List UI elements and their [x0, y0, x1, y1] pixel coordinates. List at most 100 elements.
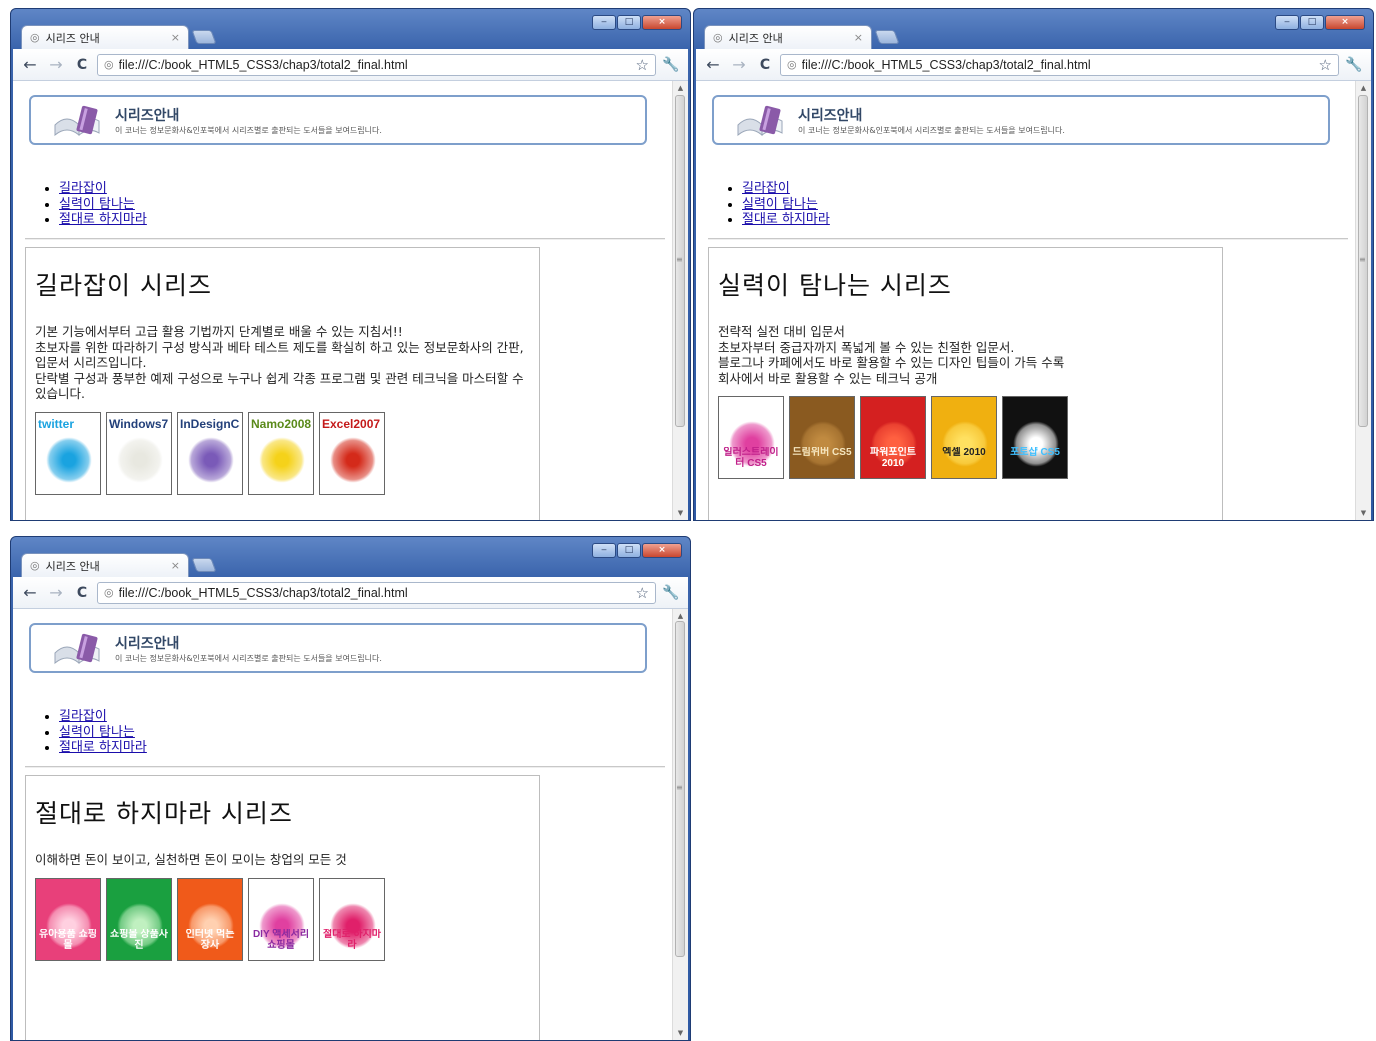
scroll-down-icon[interactable]: ▼ — [673, 1026, 688, 1040]
reload-icon[interactable]: C — [71, 54, 93, 76]
menu-link-2[interactable]: 실력이 탐나는 — [59, 725, 135, 740]
series-banner: 시리즈안내 이 코너는 정보문화사&인포북에서 시리즈별로 출판되는 도서들을 … — [29, 623, 647, 673]
page-icon: ◎ — [787, 58, 797, 71]
forward-arrow-icon[interactable]: → — [45, 582, 67, 604]
address-bar[interactable]: ◎ file:///C:/book_HTML5_CSS3/chap3/total… — [97, 53, 656, 76]
minimize-button[interactable]: ‒ — [592, 15, 616, 30]
scroll-up-icon[interactable]: ▲ — [673, 81, 688, 95]
book-cover[interactable]: twitter — [35, 411, 101, 495]
browser-tab[interactable]: ◎ 시리즈 안내 × — [21, 25, 189, 49]
book-title: 절대로 하지마라 — [323, 928, 381, 951]
wrench-menu-icon[interactable]: 🔧 — [1343, 57, 1365, 73]
open-book-icon — [54, 633, 100, 665]
series-banner: 시리즈안내 이 코너는 정보문화사&인포북에서 시리즈별로 출판되는 도서들을 … — [29, 95, 647, 145]
series-description: 기본 기능에서부터 고급 활용 기법까지 단계별로 배울 수 있는 지침서!! 초… — [35, 324, 535, 402]
book-cover[interactable]: 일러스트레이터 CS5 — [718, 396, 784, 479]
description-line: 이해하면 돈이 보이고, 실천하면 돈이 모이는 창업의 모든 것 — [35, 852, 347, 867]
maximize-button[interactable]: □ — [617, 543, 641, 558]
maximize-button[interactable]: □ — [617, 15, 641, 30]
book-title: Namo2008 — [251, 416, 311, 431]
description-line: 단락별 구성과 풍부한 예제 구성으로 누구나 쉽게 각종 프로그램 및 관련 … — [35, 370, 524, 402]
menu-link-3[interactable]: 절대로 하지마라 — [742, 212, 830, 227]
menu-link-3[interactable]: 절대로 하지마라 — [59, 212, 147, 227]
book-cover[interactable]: Namo2008 — [248, 411, 314, 495]
reload-icon[interactable]: C — [71, 582, 93, 604]
menu-link-1[interactable]: 길라잡이 — [742, 181, 790, 196]
book-cover[interactable]: 쇼핑몰 상품사진 — [106, 877, 172, 961]
browser-tab[interactable]: ◎ 시리즈 안내 × — [704, 25, 872, 49]
series-menu: 길라잡이 실력이 탐나는 절대로 하지마라 — [45, 709, 147, 756]
divider — [708, 238, 1348, 240]
tab-close-icon[interactable]: × — [171, 559, 180, 572]
address-url[interactable]: file:///C:/book_HTML5_CSS3/chap3/total2_… — [119, 586, 631, 600]
book-cover[interactable]: 엑셀 2010 — [931, 396, 997, 479]
tab-close-icon[interactable]: × — [854, 31, 863, 44]
scroll-grip-icon: ≡ — [1359, 255, 1366, 264]
series-menu: 길라잡이 실력이 탐나는 절대로 하지마라 — [45, 181, 147, 228]
wrench-menu-icon[interactable]: 🔧 — [660, 57, 682, 73]
book-cover[interactable]: DIY 액세서리 쇼핑몰 — [248, 877, 314, 961]
new-tab-button[interactable] — [191, 30, 217, 44]
book-cover[interactable]: 유아용품 쇼핑몰 — [35, 877, 101, 961]
menu-link-2[interactable]: 실력이 탐나는 — [59, 197, 135, 212]
vertical-scrollbar[interactable]: ▲ ▼ ≡ — [1355, 81, 1371, 520]
book-cover[interactable]: 절대로 하지마라 — [319, 877, 385, 961]
menu-link-1[interactable]: 길라잡이 — [59, 709, 107, 724]
tab-close-icon[interactable]: × — [171, 31, 180, 44]
book-cover[interactable]: Excel2007 — [319, 411, 385, 495]
menu-item: 절대로 하지마라 — [59, 740, 147, 756]
browser-toolbar: ← → C ◎ file:///C:/book_HTML5_CSS3/chap3… — [696, 49, 1371, 81]
book-title: twitter — [38, 416, 74, 431]
close-button[interactable]: × — [642, 543, 682, 558]
menu-link-3[interactable]: 절대로 하지마라 — [59, 740, 147, 755]
forward-arrow-icon[interactable]: → — [45, 54, 67, 76]
back-arrow-icon[interactable]: ← — [702, 54, 724, 76]
page-viewport: 시리즈안내 이 코너는 정보문화사&인포북에서 시리즈별로 출판되는 도서들을 … — [696, 81, 1371, 520]
book-cover[interactable]: InDesignCS4 — [177, 411, 243, 495]
menu-link-1[interactable]: 길라잡이 — [59, 181, 107, 196]
book-cover[interactable]: 파워포인트 2010 — [860, 396, 926, 479]
new-tab-button[interactable] — [191, 558, 217, 572]
book-cover[interactable]: Windows7 — [106, 411, 172, 495]
close-button[interactable]: × — [1325, 15, 1365, 30]
forward-arrow-icon[interactable]: → — [728, 54, 750, 76]
banner-title: 시리즈안내 — [115, 108, 180, 124]
bookmark-star-icon[interactable]: ☆ — [1319, 56, 1332, 74]
menu-item: 길라잡이 — [742, 181, 830, 197]
browser-tab[interactable]: ◎ 시리즈 안내 × — [21, 553, 189, 577]
address-bar[interactable]: ◎ file:///C:/book_HTML5_CSS3/chap3/total… — [97, 581, 656, 604]
book-title: InDesignCS4 — [180, 416, 240, 431]
book-cover[interactable]: 드림위버 CS5 — [789, 396, 855, 479]
bookmark-star-icon[interactable]: ☆ — [636, 584, 649, 602]
address-url[interactable]: file:///C:/book_HTML5_CSS3/chap3/total2_… — [119, 58, 631, 72]
description-line: 초보자를 위한 따라하기 구성 방식과 베타 테스트 제도를 확실히 하고 있는… — [35, 339, 524, 371]
address-bar[interactable]: ◎ file:///C:/book_HTML5_CSS3/chap3/total… — [780, 53, 1339, 76]
cover-art — [330, 436, 376, 483]
minimize-button[interactable]: ‒ — [1275, 15, 1299, 30]
cover-art — [800, 421, 846, 467]
close-button[interactable]: × — [642, 15, 682, 30]
banner-title: 시리즈안내 — [798, 108, 863, 124]
scroll-down-icon[interactable]: ▼ — [1356, 506, 1371, 520]
new-tab-button[interactable] — [874, 30, 900, 44]
maximize-button[interactable]: □ — [1300, 15, 1324, 30]
bookmark-star-icon[interactable]: ☆ — [636, 56, 649, 74]
back-arrow-icon[interactable]: ← — [19, 582, 41, 604]
cover-art — [188, 436, 234, 483]
page-icon: ◎ — [104, 586, 114, 599]
page-viewport: 시리즈안내 이 코너는 정보문화사&인포북에서 시리즈별로 출판되는 도서들을 … — [13, 81, 688, 520]
reload-icon[interactable]: C — [754, 54, 776, 76]
vertical-scrollbar[interactable]: ▲ ▼ ≡ — [672, 81, 688, 520]
address-url[interactable]: file:///C:/book_HTML5_CSS3/chap3/total2_… — [802, 58, 1314, 72]
book-cover[interactable]: 인터넷 먹는 장사 — [177, 877, 243, 961]
vertical-scrollbar[interactable]: ▲ ▼ ≡ — [672, 609, 688, 1040]
back-arrow-icon[interactable]: ← — [19, 54, 41, 76]
scroll-down-icon[interactable]: ▼ — [673, 506, 688, 520]
minimize-button[interactable]: ‒ — [592, 543, 616, 558]
menu-link-2[interactable]: 실력이 탐나는 — [742, 197, 818, 212]
series-banner: 시리즈안내 이 코너는 정보문화사&인포북에서 시리즈별로 출판되는 도서들을 … — [712, 95, 1330, 145]
scroll-up-icon[interactable]: ▲ — [1356, 81, 1371, 95]
page-icon: ◎ — [30, 559, 40, 572]
book-cover[interactable]: 포토샵 CS5 — [1002, 396, 1068, 479]
wrench-menu-icon[interactable]: 🔧 — [660, 585, 682, 601]
